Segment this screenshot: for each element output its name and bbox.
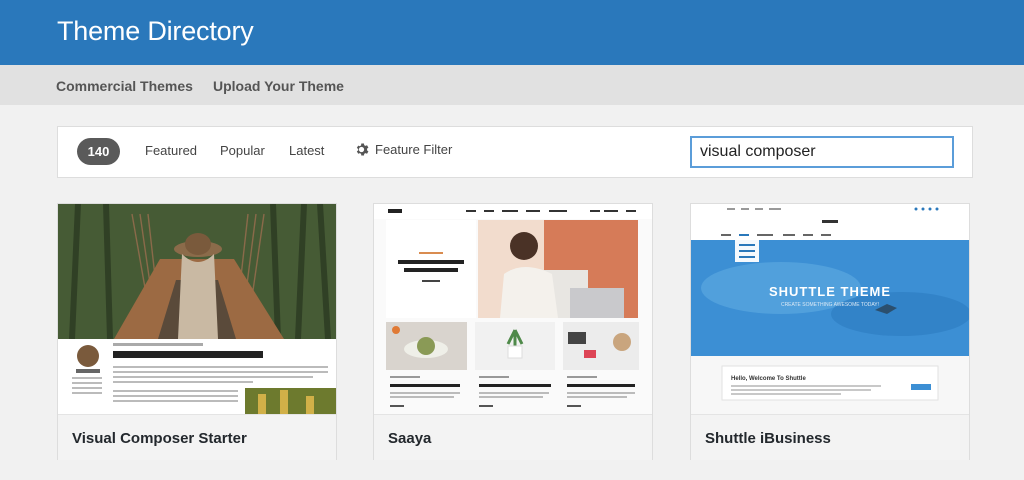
search-input[interactable] <box>690 136 954 168</box>
tab-popular[interactable]: Popular <box>220 143 265 158</box>
hero-title: SHUTTLE THEME <box>769 284 891 299</box>
theme-screenshot[interactable] <box>374 204 652 414</box>
theme-count-badge: 140 <box>77 138 120 165</box>
theme-card[interactable]: Saaya <box>373 203 653 460</box>
welcome-heading: Hello, Welcome To Shuttle <box>731 376 806 382</box>
feature-filter-label: Feature Filter <box>375 142 453 157</box>
sub-navigation: Commercial Themes Upload Your Theme <box>0 65 1024 105</box>
upload-theme-link[interactable]: Upload Your Theme <box>213 78 344 94</box>
gear-icon <box>356 143 369 156</box>
tab-latest[interactable]: Latest <box>289 143 324 158</box>
theme-screenshot[interactable] <box>58 204 336 414</box>
theme-card[interactable]: Visual Composer Starter <box>57 203 337 460</box>
site-header: Theme Directory <box>0 0 1024 65</box>
page-title: Theme Directory <box>57 16 254 46</box>
theme-card[interactable]: SHUTTLE THEME CREATE SOMETHING AWESOME T… <box>690 203 970 460</box>
filter-bar: 140 Featured Popular Latest Feature Filt… <box>57 126 973 178</box>
theme-name[interactable]: Visual Composer Starter <box>58 414 336 460</box>
feature-filter-button[interactable]: Feature Filter <box>354 142 452 157</box>
theme-name[interactable]: Saaya <box>374 414 652 460</box>
tab-featured[interactable]: Featured <box>145 143 197 158</box>
theme-screenshot[interactable]: SHUTTLE THEME CREATE SOMETHING AWESOME T… <box>691 204 969 414</box>
theme-name[interactable]: Shuttle iBusiness <box>691 414 969 460</box>
hero-subtitle: CREATE SOMETHING AWESOME TODAY! <box>781 302 879 308</box>
commercial-themes-link[interactable]: Commercial Themes <box>56 78 193 94</box>
